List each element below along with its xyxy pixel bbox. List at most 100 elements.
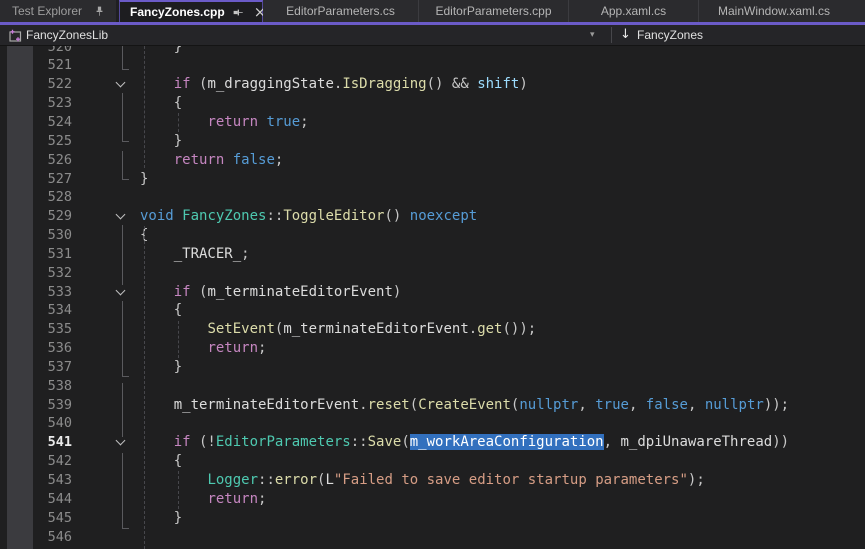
line-number[interactable]: 537 xyxy=(0,358,75,377)
code-token: :: xyxy=(258,472,275,488)
code-line-row: 539 m_terminateEditorEvent.reset(CreateE… xyxy=(0,396,865,415)
tab-label: FancyZones.cpp xyxy=(130,5,225,19)
project-dropdown[interactable]: FancyZonesLib xyxy=(26,28,108,42)
indent-guide xyxy=(178,113,179,132)
code-token: )) xyxy=(772,434,789,450)
code-token: if xyxy=(174,76,191,92)
code-token: ; xyxy=(275,152,283,168)
code-token: CreateEvent xyxy=(418,397,511,413)
code-line[interactable]: return; xyxy=(140,339,865,358)
code-line[interactable]: } xyxy=(140,509,865,528)
tab-label: EditorParameters.cpp xyxy=(435,4,551,18)
code-line[interactable]: if (!EditorParameters::Save(m_workAreaCo… xyxy=(140,433,865,452)
line-number[interactable]: 544 xyxy=(0,490,75,509)
line-number[interactable]: 526 xyxy=(0,151,75,170)
line-number[interactable]: 529 xyxy=(0,207,75,226)
tab-mainwindow-xaml-cs[interactable]: MainWindow.xaml.cs xyxy=(699,0,849,22)
code-line[interactable]: void FancyZones::ToggleEditor() noexcept xyxy=(140,207,865,226)
code-line[interactable]: m_terminateEditorEvent.reset(CreateEvent… xyxy=(140,396,865,415)
tab-editorparameters-cpp[interactable]: EditorParameters.cpp xyxy=(419,0,569,22)
code-token: { xyxy=(140,453,182,469)
code-token: ) xyxy=(393,284,401,300)
line-number[interactable]: 520 xyxy=(0,46,75,56)
line-number[interactable]: 533 xyxy=(0,283,75,302)
tab-app-xaml-cs[interactable]: App.xaml.cs xyxy=(569,0,699,22)
code-line[interactable]: SetEvent(m_terminateEditorEvent.get()); xyxy=(140,320,865,339)
code-token: ( xyxy=(191,284,208,300)
code-line[interactable]: _TRACER_; xyxy=(140,245,865,264)
code-token: :: xyxy=(266,208,283,224)
fold-chevron-icon[interactable] xyxy=(116,285,126,295)
line-number[interactable]: 534 xyxy=(0,301,75,320)
tab-test-explorer[interactable]: Test Explorer xyxy=(0,0,119,22)
line-number[interactable]: 523 xyxy=(0,94,75,113)
fold-chevron-icon[interactable] xyxy=(116,210,126,220)
code-line-row: 536 return; xyxy=(0,339,865,358)
code-line-row: 538 xyxy=(0,377,865,396)
code-line[interactable]: Logger::error(L"Failed to save editor st… xyxy=(140,471,865,490)
code-token: ); xyxy=(688,472,705,488)
code-line-row: 535 SetEvent(m_terminateEditorEvent.get(… xyxy=(0,320,865,339)
code-line[interactable]: if (m_terminateEditorEvent) xyxy=(140,283,865,302)
line-number[interactable]: 528 xyxy=(0,188,75,207)
code-line[interactable]: } xyxy=(140,132,865,151)
code-token: false xyxy=(233,152,275,168)
code-line[interactable]: } xyxy=(140,46,865,56)
code-token: noexcept xyxy=(410,208,477,224)
member-dropdown[interactable]: FancyZones xyxy=(637,28,703,42)
tab-strip-filler xyxy=(849,0,865,22)
line-number[interactable]: 545 xyxy=(0,509,75,528)
line-number[interactable]: 532 xyxy=(0,264,75,283)
line-number[interactable]: 522 xyxy=(0,75,75,94)
line-number[interactable]: 538 xyxy=(0,377,75,396)
line-number[interactable]: 524 xyxy=(0,113,75,132)
fold-extent-tick xyxy=(122,528,129,529)
code-line[interactable]: { xyxy=(140,452,865,471)
code-token: ( xyxy=(410,397,418,413)
fold-chevron-icon[interactable] xyxy=(116,436,126,446)
fold-chevron-icon[interactable] xyxy=(116,78,126,88)
code-line[interactable]: return true; xyxy=(140,113,865,132)
code-token: m_dpiUnawareThread xyxy=(620,434,772,450)
line-number[interactable]: 543 xyxy=(0,471,75,490)
fold-extent-tick xyxy=(122,179,129,180)
line-number[interactable]: 521 xyxy=(0,56,75,75)
code-token xyxy=(140,246,174,262)
pin-icon[interactable] xyxy=(232,6,245,19)
code-token: } xyxy=(140,359,182,375)
code-lines: 520 } 521522 if (m_draggingState.IsDraggi… xyxy=(0,46,865,546)
code-editor[interactable]: 520 } 521522 if (m_draggingState.IsDraggi… xyxy=(0,46,865,549)
tab-editorparameters-cs[interactable]: EditorParameters.cs xyxy=(263,0,419,22)
code-token xyxy=(140,152,174,168)
line-number[interactable]: 541 xyxy=(0,433,75,452)
tab-fancyzones-cpp[interactable]: FancyZones.cpp × xyxy=(119,0,263,22)
line-number[interactable]: 546 xyxy=(0,528,75,547)
code-token: , xyxy=(604,434,621,450)
line-number[interactable]: 530 xyxy=(0,226,75,245)
code-line-row: 534 { xyxy=(0,301,865,320)
code-line[interactable]: { xyxy=(140,226,865,245)
chevron-down-icon[interactable]: ▾ xyxy=(590,30,595,40)
down-arrow-icon: ↓ xyxy=(620,27,631,42)
fold-extent-line xyxy=(122,383,123,437)
code-line[interactable]: return; xyxy=(140,490,865,509)
code-token xyxy=(140,321,207,337)
line-number[interactable]: 536 xyxy=(0,339,75,358)
code-line[interactable]: if (m_draggingState.IsDragging() && shif… xyxy=(140,75,865,94)
navigation-bar: FancyZonesLib ▾ ↓ FancyZones xyxy=(0,25,865,46)
line-number[interactable]: 540 xyxy=(0,414,75,433)
line-number[interactable]: 531 xyxy=(0,245,75,264)
code-token: reset xyxy=(368,397,410,413)
code-line[interactable]: } xyxy=(140,170,865,189)
code-line[interactable]: { xyxy=(140,94,865,113)
code-line-row: 531 _TRACER_; xyxy=(0,245,865,264)
line-number[interactable]: 542 xyxy=(0,452,75,471)
code-line[interactable]: return false; xyxy=(140,151,865,170)
code-line[interactable]: { xyxy=(140,301,865,320)
line-number[interactable]: 525 xyxy=(0,132,75,151)
pin-icon[interactable] xyxy=(93,5,106,18)
line-number[interactable]: 527 xyxy=(0,170,75,189)
line-number[interactable]: 539 xyxy=(0,396,75,415)
code-line[interactable]: } xyxy=(140,358,865,377)
line-number[interactable]: 535 xyxy=(0,320,75,339)
